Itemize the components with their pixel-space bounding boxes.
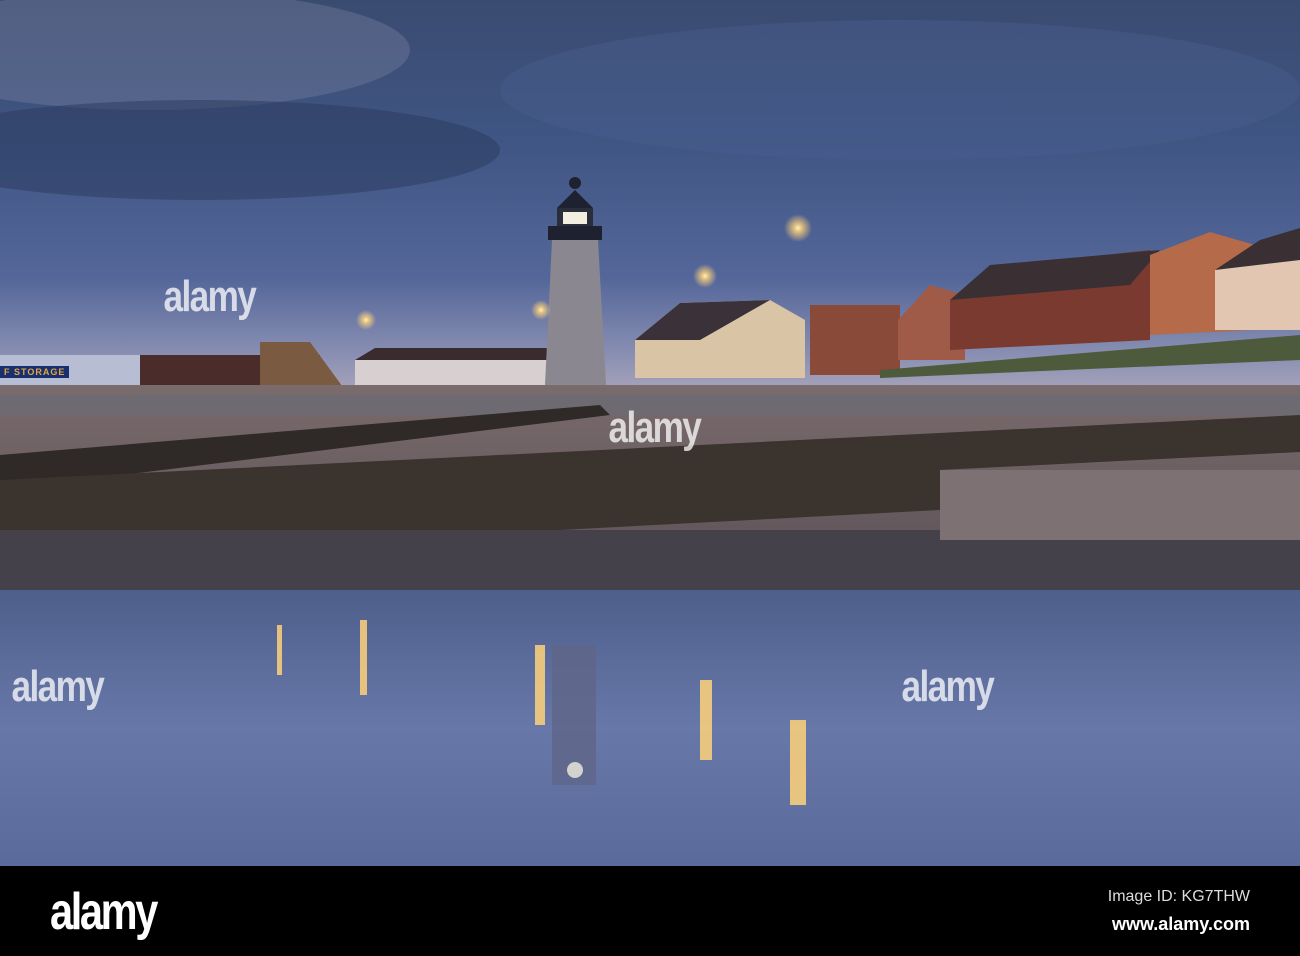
footer-bar: alamy Image ID: KG7THW www.alamy.com: [0, 866, 1300, 956]
website-link[interactable]: www.alamy.com: [1112, 914, 1250, 935]
watermark: alamy: [163, 272, 256, 321]
alamy-logo[interactable]: alamy: [50, 882, 158, 942]
stock-photo: F STORAGE alamy alamy alamy alamy alamy …: [0, 0, 1300, 956]
tidal-pool: [0, 590, 1300, 866]
watermark: alamy: [901, 662, 994, 711]
watermark: alamy: [11, 662, 104, 711]
image-id: Image ID: KG7THW: [1107, 888, 1250, 905]
storage-sign: F STORAGE: [0, 366, 70, 378]
watermark: alamy: [608, 403, 701, 452]
